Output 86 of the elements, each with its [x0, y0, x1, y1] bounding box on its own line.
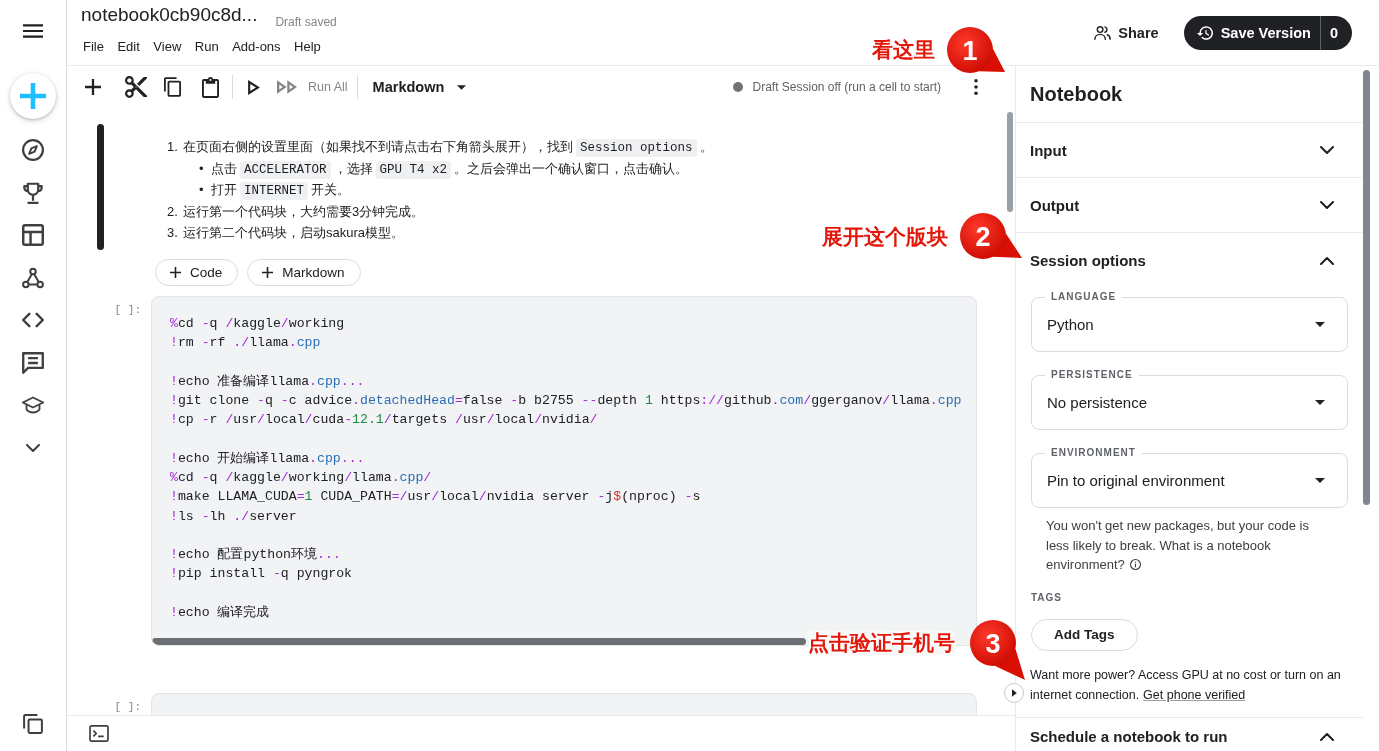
version-count-button[interactable]: 0 [1319, 15, 1352, 50]
status-dot-icon [733, 82, 744, 92]
run-all-button[interactable]: Run All [277, 80, 348, 94]
clipboard-icon[interactable] [202, 76, 219, 98]
step-callout: 1 [947, 27, 1005, 73]
code-line: %cd -q /kaggle/working/llama.cpp/ [170, 469, 432, 487]
menu-icon[interactable] [23, 24, 43, 38]
phone-verify-link[interactable]: Get phone verified [1143, 687, 1246, 702]
more-icon[interactable] [974, 79, 978, 95]
caret-down-icon [1315, 400, 1325, 405]
menu-item[interactable]: Add-ons [232, 38, 281, 56]
list-item-text: 打开 INTERNET 开关。 [211, 181, 350, 201]
collapse-toggle-icon[interactable] [1004, 683, 1024, 703]
step-callout: 2 [960, 213, 1022, 259]
chevron-down-icon[interactable] [26, 443, 40, 452]
code-line: !pip install -q pyngrok [170, 565, 353, 584]
caret-down-icon [1315, 478, 1325, 483]
help-text: You won't get new packages, but your code is less likely to break. What is a notebook environment? [1046, 517, 1310, 574]
scrollbar-thumb[interactable] [152, 638, 806, 645]
stacked-squares-icon[interactable] [23, 714, 43, 734]
menu-item[interactable]: Run [194, 38, 219, 56]
list-number: 1. [167, 138, 179, 156]
save-version-button[interactable]: Save Version [1183, 15, 1320, 50]
execution-prompt: [ ]: [114, 700, 142, 714]
history-icon [1196, 25, 1213, 40]
list-item-text: 点击 ACCELERATOR ，选择 GPU T4 x2 。之后会弹出一个确认窗口，点击确认。 [211, 159, 689, 179]
code-line: !echo 准备编译llama.cpp... [170, 372, 365, 391]
annotation-label: 展开这个版块 [822, 225, 948, 249]
scrollbar-thumb[interactable] [1007, 112, 1013, 212]
code-line: !cp -r /usr/local/cuda-12.1/targets /usr/local/nvidia/ [170, 411, 598, 430]
select-field[interactable]: PERSISTENCE No persistence [1031, 369, 1348, 430]
step-callout: 3 [970, 620, 1025, 680]
section-label: TAGS [1031, 591, 1063, 604]
nodes-icon[interactable] [22, 266, 44, 289]
code-line: !rm -rf ./llama.cpp [170, 334, 321, 353]
copy-icon[interactable] [164, 77, 181, 97]
share-button[interactable]: Share [1094, 24, 1159, 41]
list-bullet: • [199, 181, 205, 199]
add-cell-button[interactable]: Markdown [247, 259, 361, 286]
graduation-cap-icon[interactable] [22, 394, 44, 416]
code-line: !ls -lh ./server [170, 507, 297, 526]
menu-item[interactable]: Help [294, 38, 321, 56]
notebook-title: notebook0cb90c8d... [81, 4, 258, 26]
caret-down-icon [1315, 322, 1325, 327]
select-field[interactable]: ENVIRONMENT Pin to original environment [1031, 447, 1348, 508]
comment-icon[interactable] [22, 351, 44, 374]
section-header[interactable]: Schedule a notebook to run [1016, 717, 1363, 751]
terminal-icon[interactable] [89, 725, 109, 742]
users-icon [1094, 25, 1112, 40]
scissors-icon[interactable] [125, 76, 147, 98]
plus-icon [262, 267, 274, 278]
menu-item[interactable]: File [83, 38, 104, 56]
execution-prompt: [ ]: [114, 303, 142, 317]
code-line: !make LLAMA_CUDA=1 CUDA_PATH=/usr/local/nvidia server -j$(nproc) -s [170, 488, 701, 507]
select-field[interactable]: LANGUAGE Python [1031, 291, 1348, 352]
info-icon[interactable] [1129, 559, 1141, 570]
list-number: 2. [167, 202, 179, 221]
save-status: Draft saved [275, 15, 337, 29]
add-tags-button[interactable]: Add Tags [1031, 618, 1138, 651]
plus-icon [170, 267, 181, 278]
annotation-label: 点击验证手机号 [808, 631, 955, 655]
play-icon[interactable] [248, 79, 260, 95]
add-cell-button[interactable]: Code [155, 259, 239, 286]
list-item-text: 运行第二个代码块，启动sakura模型。 [183, 224, 405, 242]
menu-item[interactable]: View [153, 38, 182, 56]
list-item-text: 运行第一个代码块，大约需要3分钟完成。 [183, 202, 425, 221]
scrollbar-thumb[interactable] [1363, 70, 1370, 505]
code-line: !echo 配置python环境... [170, 546, 341, 564]
list-item-text: 在页面右侧的设置里面（如果找不到请点击右下角箭头展开），找到 Session options 。 [183, 138, 713, 158]
code-line: %cd -q /kaggle/working [170, 315, 345, 333]
code-line: !git clone -q -c advice.detachedHead=false -b b2755 --depth 1 https://github.com/ggerganov/llama.cpp [170, 392, 962, 410]
fast-forward-icon [277, 80, 297, 94]
plus-icon[interactable] [85, 79, 101, 95]
code-line: !echo 开始编译llama.cpp... [170, 449, 365, 468]
power-note: Want more power? Access GPU at no cost or turn on an internet connection. Get phone verified [1030, 666, 1342, 704]
compass-icon[interactable] [22, 139, 44, 161]
list-bullet: • [199, 159, 205, 178]
caret-icon [457, 84, 467, 90]
cell-type-dropdown[interactable]: Markdown [372, 79, 467, 95]
menu-item[interactable]: Edit [117, 38, 140, 56]
table-icon[interactable] [22, 224, 44, 246]
trophy-icon[interactable] [22, 181, 44, 204]
session-status: Draft Session off (run a cell to start) [752, 80, 941, 94]
list-number: 3. [167, 224, 179, 242]
annotation-label: 看这里 [872, 38, 935, 62]
code-line: !echo 编译完成 [170, 603, 270, 622]
